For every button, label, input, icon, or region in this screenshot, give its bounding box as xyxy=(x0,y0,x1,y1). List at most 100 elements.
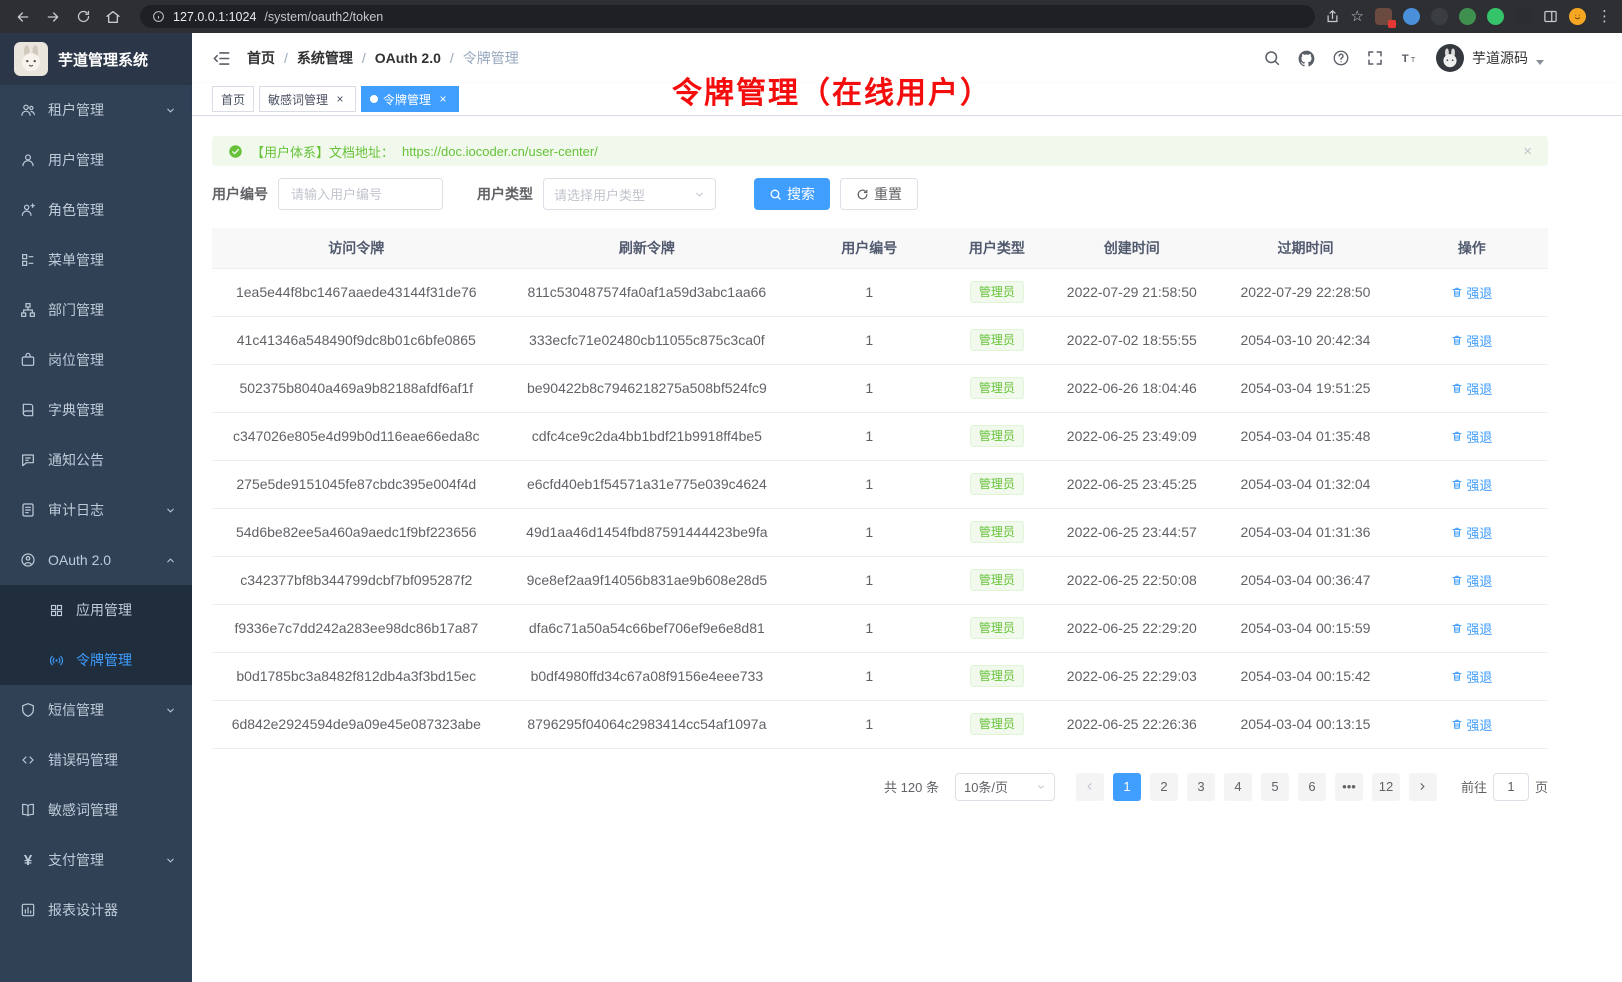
sidebar-item-menu[interactable]: 菜单管理 xyxy=(0,235,192,285)
sidebar-item-label: 短信管理 xyxy=(48,700,104,720)
user-menu[interactable]: 芋道源码 xyxy=(1436,44,1544,72)
extension-icon[interactable] xyxy=(1487,8,1504,25)
more-pages-button[interactable]: ••• xyxy=(1335,773,1363,801)
browser-forward-button[interactable] xyxy=(40,4,66,30)
force-logout-button[interactable]: 强退 xyxy=(1451,715,1492,734)
user-id-input[interactable] xyxy=(278,178,443,210)
page-button-1[interactable]: 1 xyxy=(1113,773,1141,801)
page-button-2[interactable]: 2 xyxy=(1150,773,1178,801)
table-row: c342377bf8b344799dcbf7bf095287f2 9ce8ef2… xyxy=(212,556,1548,604)
profile-avatar-icon[interactable] xyxy=(1569,8,1586,25)
sidebar-item-post[interactable]: 岗位管理 xyxy=(0,335,192,385)
header-search-button[interactable] xyxy=(1263,49,1281,67)
sidebar-item-role[interactable]: 角色管理 xyxy=(0,185,192,235)
sidebar-item-sms[interactable]: 短信管理 xyxy=(0,685,192,735)
force-logout-button[interactable]: 强退 xyxy=(1451,475,1492,494)
page-button-6[interactable]: 6 xyxy=(1298,773,1326,801)
sidebar-item-oauth[interactable]: OAuth 2.0 xyxy=(0,535,192,585)
sidebar-item-tenant[interactable]: 租户管理 xyxy=(0,85,192,135)
share-button[interactable] xyxy=(1325,9,1340,24)
role-icon xyxy=(20,202,36,218)
tab-sensitive-word[interactable]: 敏感词管理 × xyxy=(259,86,356,112)
create-time-cell: 2022-06-25 23:49:09 xyxy=(1048,412,1215,460)
breadcrumb: 首页 / 系统管理 / OAuth 2.0 / 令牌管理 xyxy=(247,48,519,68)
side-panel-button[interactable] xyxy=(1543,9,1558,24)
app-grid-icon xyxy=(48,602,64,618)
force-logout-button[interactable]: 强退 xyxy=(1451,619,1492,638)
force-logout-button[interactable]: 强退 xyxy=(1451,379,1492,398)
search-button[interactable]: 搜索 xyxy=(754,178,830,210)
sidebar-item-payment[interactable]: ¥ 支付管理 xyxy=(0,835,192,885)
code-icon xyxy=(20,752,36,768)
tab-close-icon[interactable]: × xyxy=(333,92,347,106)
force-logout-button[interactable]: 强退 xyxy=(1451,283,1492,302)
user-type-badge: 管理员 xyxy=(970,617,1024,639)
page-button-12[interactable]: 12 xyxy=(1372,773,1400,801)
extension-icon[interactable] xyxy=(1431,8,1448,25)
pagination-total: 共 120 条 xyxy=(884,777,939,796)
app-logo[interactable]: 芋道管理系统 xyxy=(0,33,192,85)
force-logout-button[interactable]: 强退 xyxy=(1451,427,1492,446)
sidebar-item-oauth-token[interactable]: 令牌管理 xyxy=(0,635,192,685)
sidebar-item-sensitive-word[interactable]: 敏感词管理 xyxy=(0,785,192,835)
extension-icon[interactable] xyxy=(1403,8,1420,25)
sidebar-item-audit-log[interactable]: 审计日志 xyxy=(0,485,192,535)
bookmark-star-icon[interactable]: ☆ xyxy=(1351,9,1364,24)
fullscreen-button[interactable] xyxy=(1366,49,1384,67)
address-bar[interactable]: 127.0.0.1:1024/system/oauth2/token xyxy=(140,5,1315,28)
user-id-cell: 1 xyxy=(793,508,945,556)
force-logout-button[interactable]: 强退 xyxy=(1451,667,1492,686)
force-logout-button[interactable]: 强退 xyxy=(1451,331,1492,350)
reset-button[interactable]: 重置 xyxy=(840,178,918,210)
page-button-3[interactable]: 3 xyxy=(1187,773,1215,801)
sidebar-item-dept[interactable]: 部门管理 xyxy=(0,285,192,335)
extension-icon[interactable] xyxy=(1515,8,1532,25)
breadcrumb-item[interactable]: 系统管理 xyxy=(297,48,353,68)
next-page-button[interactable] xyxy=(1409,773,1437,801)
tab-home[interactable]: 首页 xyxy=(212,86,254,112)
sidebar-item-dict[interactable]: 字典管理 xyxy=(0,385,192,435)
doc-link[interactable]: https://doc.iocoder.cn/user-center/ xyxy=(402,144,598,159)
browser-menu-icon[interactable]: ⋮ xyxy=(1597,9,1612,24)
action-cell: 强退 xyxy=(1396,364,1548,412)
breadcrumb-item[interactable]: OAuth 2.0 xyxy=(375,50,441,66)
force-logout-button[interactable]: 强退 xyxy=(1451,571,1492,590)
extension-icon[interactable] xyxy=(1459,8,1476,25)
alert-close-icon[interactable]: × xyxy=(1523,143,1532,160)
create-time-cell: 2022-06-25 23:44:57 xyxy=(1048,508,1215,556)
column-header-actions: 操作 xyxy=(1396,228,1548,268)
collapse-sidebar-button[interactable] xyxy=(212,49,231,68)
trash-icon xyxy=(1451,382,1463,394)
user-id-cell: 1 xyxy=(793,652,945,700)
column-header-user-id: 用户编号 xyxy=(793,228,945,268)
browser-reload-button[interactable] xyxy=(70,4,96,30)
sidebar: 芋道管理系统 租户管理 用户管理 角色管理 菜单管理 部 xyxy=(0,33,192,982)
sidebar-item-user[interactable]: 用户管理 xyxy=(0,135,192,185)
goto-page-input[interactable] xyxy=(1493,773,1529,801)
help-button[interactable] xyxy=(1332,49,1350,67)
tenant-icon xyxy=(20,102,36,118)
chevron-down-icon xyxy=(165,505,176,516)
extension-icon[interactable] xyxy=(1375,8,1392,25)
page-button-4[interactable]: 4 xyxy=(1224,773,1252,801)
sidebar-item-error-code[interactable]: 错误码管理 xyxy=(0,735,192,785)
sidebar-item-notice[interactable]: 通知公告 xyxy=(0,435,192,485)
tab-close-icon[interactable]: × xyxy=(436,92,450,106)
browser-back-button[interactable] xyxy=(10,4,36,30)
page-size-select[interactable]: 10条/页 xyxy=(955,773,1055,801)
page-button-5[interactable]: 5 xyxy=(1261,773,1289,801)
user-type-select[interactable]: 请选择用户类型 xyxy=(543,178,716,210)
refresh-token-cell: 49d1aa46d1454fbd87591444423be9fa xyxy=(501,508,794,556)
chevron-left-icon xyxy=(1084,781,1095,792)
prev-page-button[interactable] xyxy=(1076,773,1104,801)
sidebar-item-report-designer[interactable]: 报表设计器 xyxy=(0,885,192,935)
force-logout-button[interactable]: 强退 xyxy=(1451,523,1492,542)
sidebar-item-label: 令牌管理 xyxy=(76,650,132,670)
sidebar-item-oauth-app[interactable]: 应用管理 xyxy=(0,585,192,635)
github-link-button[interactable] xyxy=(1297,49,1316,68)
breadcrumb-item[interactable]: 首页 xyxy=(247,48,275,68)
font-size-button[interactable]: TT xyxy=(1400,49,1420,67)
tab-oauth-token[interactable]: 令牌管理 × xyxy=(361,86,459,112)
sidebar-item-label: 用户管理 xyxy=(48,150,104,170)
browser-home-button[interactable] xyxy=(100,4,126,30)
